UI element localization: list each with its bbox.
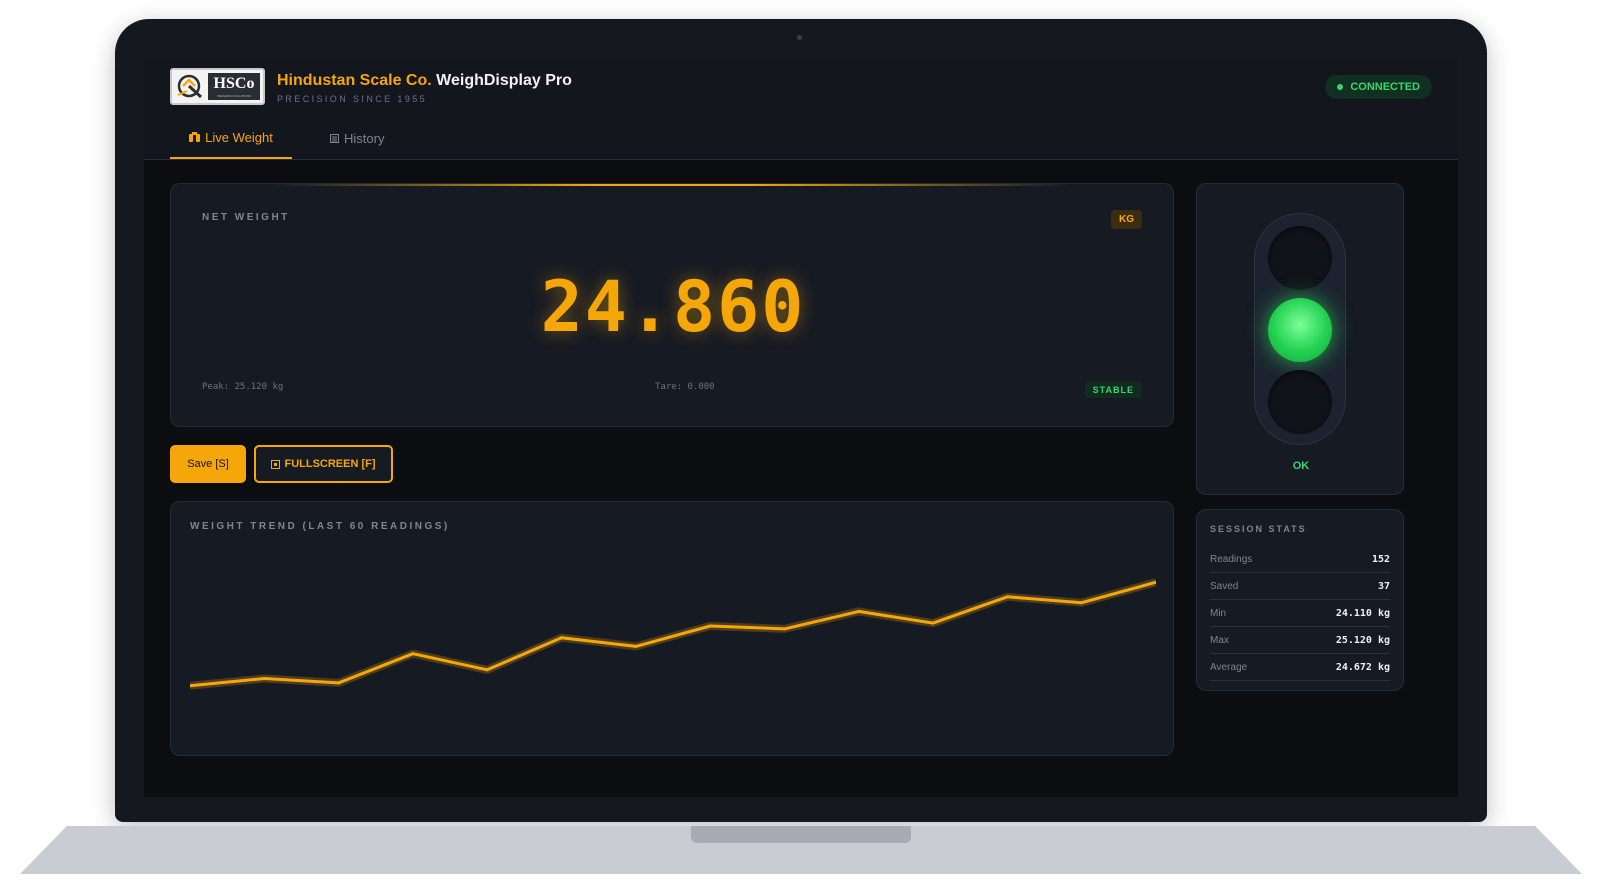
stat-value: 24.672 kg xyxy=(1335,661,1390,673)
tab-live-weight[interactable]: Live Weight xyxy=(170,117,292,159)
fullscreen-label: FULLSCREEN [F] xyxy=(284,458,376,470)
laptop-base-notch xyxy=(691,826,911,843)
peak-weight: Peak: 25.120 kg xyxy=(202,382,284,392)
trend-chart xyxy=(190,578,1156,690)
scale-icon xyxy=(189,132,201,142)
net-weight-label: NET WEIGHT xyxy=(202,212,290,223)
connection-status-badge: CONNECTED xyxy=(1325,75,1432,99)
tab-bar: Live Weight History xyxy=(144,117,1458,160)
stat-value: 25.120 kg xyxy=(1335,634,1390,646)
fullscreen-button[interactable]: FULLSCREEN [F] xyxy=(254,445,393,483)
tagline: PRECISION SINCE 1955 xyxy=(277,94,428,104)
tab-live-weight-label: Live Weight xyxy=(205,129,273,145)
trend-point xyxy=(1005,595,1009,599)
brand-block: Hindustan Scale Co. WeighDisplay Pro PRE… xyxy=(277,71,572,104)
list-icon xyxy=(330,133,339,143)
trend-point xyxy=(1080,601,1084,605)
traffic-light-panel: OK xyxy=(1196,183,1404,495)
trend-point xyxy=(337,681,341,685)
tab-history[interactable]: History xyxy=(330,117,384,159)
traffic-light-status: OK xyxy=(1292,460,1310,472)
tab-history-label: History xyxy=(344,130,385,146)
stat-value: 152 xyxy=(1371,553,1390,565)
unit-badge: KG xyxy=(1111,210,1142,229)
stat-row-max: Max 25.120 kg xyxy=(1210,627,1390,654)
trend-title: WEIGHT TREND (LAST 60 READINGS) xyxy=(190,521,450,532)
trend-point xyxy=(931,621,935,625)
stat-label: Saved xyxy=(1210,580,1239,592)
trend-point xyxy=(857,609,861,613)
trend-point xyxy=(485,668,489,672)
stat-value: 37 xyxy=(1377,580,1390,592)
tare-weight: Tare: 0.000 xyxy=(655,382,715,392)
stat-label: Readings xyxy=(1210,553,1253,565)
trend-point xyxy=(634,644,638,648)
weight-readout: 24.860 xyxy=(540,266,806,348)
trend-point xyxy=(782,627,786,631)
status-dot-icon xyxy=(1337,84,1344,90)
camera-dot xyxy=(797,35,802,40)
app-header: HSCo WEIGHING SOLUTIONS Hindustan Scale … xyxy=(144,57,1458,118)
session-stats-list: Readings 152 Saved 37 Min 24.110 kg Max … xyxy=(1210,546,1390,681)
trend-point xyxy=(708,624,712,628)
traffic-light-housing xyxy=(1254,213,1346,445)
stat-row-min: Min 24.110 kg xyxy=(1210,600,1390,627)
laptop-frame: HSCo WEIGHING SOLUTIONS Hindustan Scale … xyxy=(115,19,1487,822)
stat-label: Max xyxy=(1210,634,1229,646)
amber-lamp-icon xyxy=(1268,370,1332,434)
stat-value: 24.110 kg xyxy=(1335,607,1390,619)
logo-subtext: WEIGHING SOLUTIONS xyxy=(208,94,260,99)
stat-label: Average xyxy=(1210,661,1248,673)
weight-trend-panel: WEIGHT TREND (LAST 60 READINGS) xyxy=(170,501,1174,756)
trend-point xyxy=(262,677,266,680)
stability-badge: STABLE xyxy=(1084,382,1142,398)
trend-point xyxy=(411,652,415,656)
panel-accent-line xyxy=(271,184,1071,186)
stat-label: Min xyxy=(1210,607,1227,619)
company-name: Hindustan Scale Co. xyxy=(277,72,432,89)
trend-point xyxy=(560,636,564,640)
product-name: WeighDisplay Pro xyxy=(436,72,572,89)
session-stats-panel: SESSION STATS Readings 152 Saved 37 Min … xyxy=(1196,509,1404,691)
session-stats-title: SESSION STATS xyxy=(1210,524,1307,534)
fullscreen-icon xyxy=(271,459,281,469)
stat-row-average: Average 24.672 kg xyxy=(1210,654,1390,681)
app-title: Hindustan Scale Co. WeighDisplay Pro xyxy=(277,71,572,91)
stat-row-saved: Saved 37 xyxy=(1210,573,1390,600)
green-lamp-icon xyxy=(1268,298,1332,362)
app-screen: HSCo WEIGHING SOLUTIONS Hindustan Scale … xyxy=(144,57,1458,797)
connection-status-label: CONNECTED xyxy=(1350,81,1420,93)
red-lamp-icon xyxy=(1268,226,1332,290)
weight-display-panel: NET WEIGHT KG 24.860 Peak: 25.120 kg Tar… xyxy=(170,183,1174,427)
save-button[interactable]: Save [S] xyxy=(170,445,246,483)
scale-logo-icon xyxy=(177,74,203,99)
stat-row-readings: Readings 152 xyxy=(1210,546,1390,573)
company-logo: HSCo WEIGHING SOLUTIONS xyxy=(170,68,265,105)
